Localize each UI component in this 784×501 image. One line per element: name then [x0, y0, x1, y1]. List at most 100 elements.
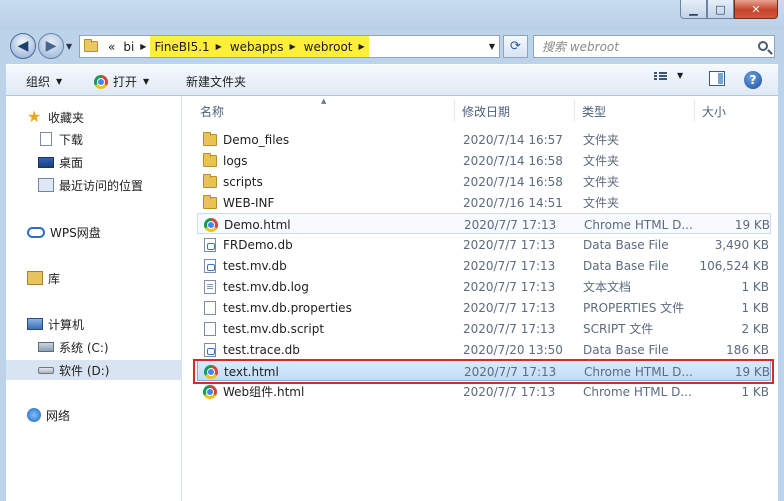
file-name-cell: Demo.html: [204, 214, 456, 235]
forward-button[interactable]: ▶: [38, 33, 64, 59]
organize-button[interactable]: 组织 ▼: [26, 73, 62, 90]
search-icon[interactable]: [758, 41, 768, 51]
computer-icon: [27, 318, 43, 330]
help-button[interactable]: ?: [744, 71, 762, 89]
file-name: FRDemo.db: [223, 237, 293, 252]
sidebar-item-drive-d[interactable]: 软件 (D:): [6, 360, 182, 380]
chrome-icon: [204, 217, 218, 232]
sidebar-item-recent-places[interactable]: 最近访问的位置: [6, 175, 182, 195]
file-size: 3,490 KB: [714, 237, 769, 252]
file-row[interactable]: Demo_files 2020/7/14 16:57 文件夹: [197, 129, 771, 150]
file-date: 2020/7/16 14:51: [463, 195, 563, 210]
chrome-icon: [94, 74, 108, 89]
sidebar-item-computer[interactable]: 计算机: [6, 314, 182, 334]
folder-icon: [203, 173, 217, 188]
column-header-type[interactable]: 类型: [575, 100, 695, 122]
file-name: test.mv.db: [223, 258, 287, 273]
sidebar-item-libraries[interactable]: 库: [6, 268, 182, 288]
breadcrumb-bi[interactable]: bi ▶: [119, 36, 150, 57]
file-name-cell: scripts: [203, 171, 455, 192]
file-size: 1 KB: [741, 279, 769, 294]
refresh-button[interactable]: ⟳: [503, 35, 528, 58]
sidebar-item-wps-cloud[interactable]: WPS网盘: [6, 222, 182, 242]
breadcrumb-webapps[interactable]: webapps ▶: [225, 36, 300, 57]
recent-places-icon: [38, 178, 54, 192]
back-button[interactable]: ◀: [10, 33, 36, 59]
file-row[interactable]: test.mv.db.log 2020/7/7 17:13 文本文档 1 KB: [197, 276, 771, 297]
forward-arrow-icon: ▶: [45, 38, 57, 54]
file-size: [697, 192, 769, 213]
navigation-row: ◀ ▶ ▼ « bi ▶ FineBI5.1 ▶ webapps ▶ webroot ▶…: [0, 30, 784, 62]
sidebar-item-downloads[interactable]: 下载: [6, 129, 182, 149]
sidebar-item-drive-c[interactable]: 系统 (C:): [6, 337, 182, 357]
column-header-name[interactable]: 名称: [193, 100, 455, 122]
command-bar: 组织 ▼ 打开 ▼ 新建文件夹 ▼ ?: [6, 64, 778, 96]
library-icon: [27, 271, 43, 285]
open-button[interactable]: 打开 ▼: [94, 73, 149, 90]
chevron-down-icon: ▼: [143, 77, 150, 86]
file-date: 2020/7/7 17:13: [464, 217, 557, 232]
breadcrumb-overflow[interactable]: «: [104, 36, 119, 57]
file-name-cell: Web组件.html: [203, 381, 455, 402]
chevron-right-icon[interactable]: ▶: [359, 42, 365, 51]
file-row[interactable]: test.mv.db 2020/7/7 17:13 Data Base File 10…: [197, 255, 771, 276]
db-file-icon: [204, 237, 216, 252]
chevron-right-icon[interactable]: ▶: [289, 42, 295, 51]
file-size: 1 KB: [741, 384, 769, 399]
db-file-icon: [204, 342, 216, 357]
file-name-cell: Demo_files: [203, 129, 455, 150]
file-date: 2020/7/20 13:50: [463, 342, 563, 357]
window-controls: ▁ □ ✕: [680, 0, 778, 19]
refresh-icon: ⟳: [510, 39, 521, 54]
file-row[interactable]: test.trace.db 2020/7/20 13:50 Data Base Fi…: [197, 339, 771, 360]
sidebar-item-network[interactable]: 网络: [6, 405, 182, 425]
preview-pane-button[interactable]: [709, 71, 725, 86]
file-name-cell: logs: [203, 150, 455, 171]
chrome-icon: [203, 384, 217, 399]
search-input[interactable]: 搜索 webroot: [533, 35, 775, 58]
help-icon: ?: [749, 73, 757, 87]
blank-file-icon: [204, 300, 216, 315]
file-type: 文件夹: [583, 175, 620, 189]
desktop-icon: [38, 156, 54, 168]
chevron-right-icon[interactable]: ▶: [140, 42, 146, 51]
address-dropdown-icon[interactable]: ▼: [489, 42, 495, 51]
file-name: Demo.html: [224, 217, 291, 232]
file-row[interactable]: Web组件.html 2020/7/7 17:13 Chrome HTML D...…: [197, 381, 771, 402]
drive-icon: [38, 366, 54, 374]
file-row[interactable]: Demo.html 2020/7/7 17:13 Chrome HTML D... 1…: [197, 213, 771, 234]
file-row[interactable]: test.mv.db.properties 2020/7/7 17:13 PROPE…: [197, 297, 771, 318]
cloud-icon: [27, 226, 45, 238]
file-type: Data Base File: [583, 237, 669, 252]
change-view-button[interactable]: ▼: [654, 71, 683, 80]
recent-pages-dropdown[interactable]: ▼: [66, 42, 72, 51]
file-size: 186 KB: [726, 342, 769, 357]
file-row[interactable]: WEB-INF 2020/7/16 14:51 文件夹: [197, 192, 771, 213]
file-row[interactable]: logs 2020/7/14 16:58 文件夹: [197, 150, 771, 171]
column-header-row: 名称 修改日期 类型 大小: [193, 100, 778, 122]
file-name: test.trace.db: [223, 342, 300, 357]
file-row[interactable]: FRDemo.db 2020/7/7 17:13 Data Base File 3,4…: [197, 234, 771, 255]
address-bar[interactable]: « bi ▶ FineBI5.1 ▶ webapps ▶ webroot ▶ ▼: [79, 35, 500, 58]
close-button[interactable]: ✕: [734, 0, 778, 19]
new-folder-button[interactable]: 新建文件夹: [186, 73, 246, 90]
file-name: test.mv.db.script: [223, 321, 325, 336]
file-row[interactable]: scripts 2020/7/14 16:58 文件夹: [197, 171, 771, 192]
file-size: [697, 129, 769, 150]
file-size: 2 KB: [741, 321, 769, 336]
file-name-cell: test.mv.db: [203, 255, 455, 276]
sidebar-item-desktop[interactable]: 桌面: [6, 152, 182, 172]
chevron-right-icon[interactable]: ▶: [216, 42, 222, 51]
maximize-button[interactable]: □: [707, 0, 734, 19]
column-header-size[interactable]: 大小: [695, 100, 765, 122]
minimize-button[interactable]: ▁: [680, 0, 707, 19]
text-file-icon: [204, 279, 216, 294]
column-header-date[interactable]: 修改日期: [455, 100, 575, 122]
breadcrumb-webroot[interactable]: webroot ▶: [299, 36, 369, 57]
breadcrumb-finebi[interactable]: FineBI5.1 ▶: [150, 36, 226, 57]
sidebar-item-favorites[interactable]: ★ 收藏夹: [6, 107, 182, 127]
file-row[interactable]: test.mv.db.script 2020/7/7 17:13 SCRIPT 文件…: [197, 318, 771, 339]
file-name: WEB-INF: [223, 195, 275, 210]
file-type: 文件夹: [583, 133, 620, 147]
file-name-cell: test.mv.db.properties: [203, 297, 455, 318]
